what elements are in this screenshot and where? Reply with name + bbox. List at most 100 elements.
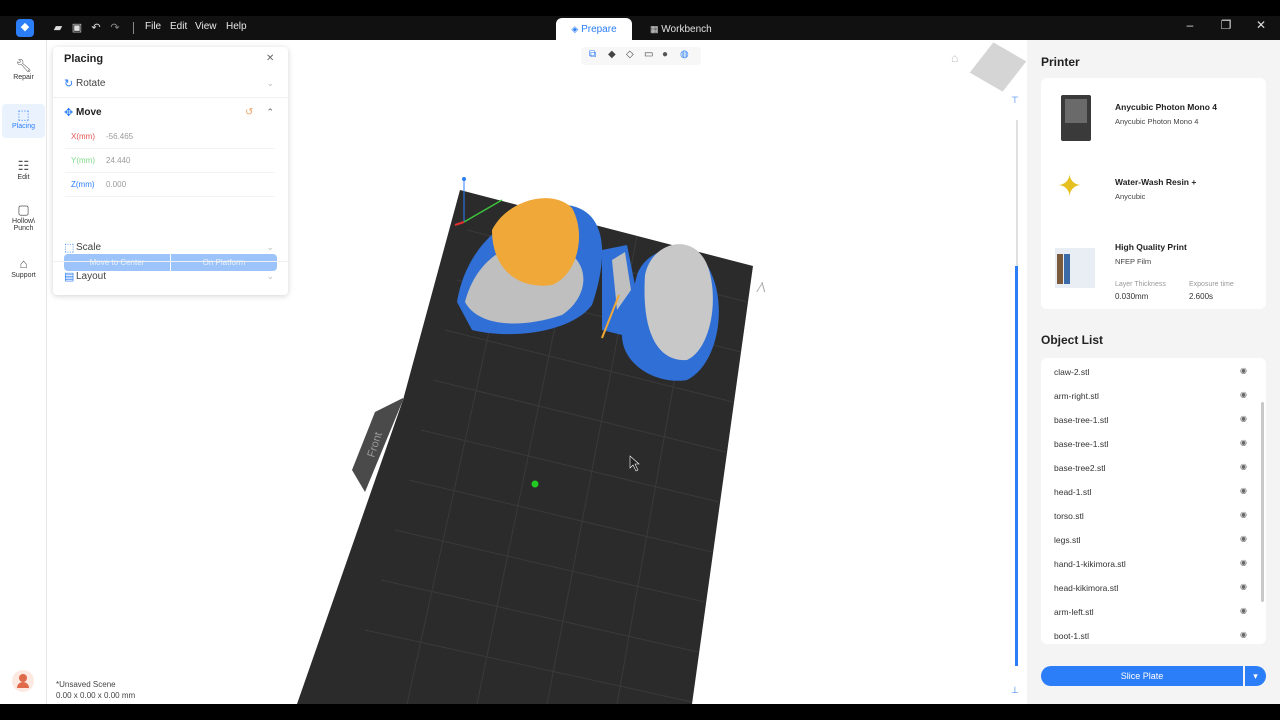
- frame-view-icon[interactable]: ▭: [644, 49, 653, 60]
- object-name: arm-left.stl: [1054, 607, 1094, 617]
- reset-icon[interactable]: ↺: [245, 107, 253, 118]
- eye-icon[interactable]: ◉: [1240, 486, 1247, 495]
- tab-prepare[interactable]: ◈ Prepare: [556, 18, 632, 40]
- layer-bottom-marker-icon[interactable]: ⊥: [1011, 685, 1019, 696]
- object-list-title: Object List: [1041, 333, 1104, 347]
- x-value[interactable]: -56.465: [106, 132, 133, 141]
- avatar-head: [19, 674, 27, 682]
- menu-help[interactable]: Help: [226, 21, 247, 32]
- printer-card[interactable]: Anycubic Photon Mono 4 Anycubic Photon M…: [1041, 78, 1266, 309]
- z-field[interactable]: Z(mm) 0.000: [65, 175, 275, 197]
- open-folder-icon[interactable]: ▰: [50, 20, 66, 36]
- sidebar-item-hollow-punch[interactable]: ▢ Hollow\ Punch: [2, 202, 45, 238]
- undo-icon[interactable]: ↶: [88, 20, 104, 36]
- restore-icon[interactable]: ❐: [1216, 18, 1236, 32]
- object-list: claw-2.stl ◉ arm-right.stl ◉ base-tree-1.s…: [1041, 358, 1266, 644]
- tab-workbench[interactable]: ▦ Workbench: [650, 18, 730, 40]
- sidebar-item-label: Placing: [12, 123, 35, 130]
- scene-name: *Unsaved Scene: [56, 680, 116, 689]
- scale-section[interactable]: ⬚ Scale ⌄: [53, 236, 288, 262]
- globe-view-icon[interactable]: ◍: [680, 49, 689, 60]
- eye-icon[interactable]: ◉: [1240, 462, 1247, 471]
- chevron-down-icon: ⌄: [266, 271, 274, 281]
- eye-icon[interactable]: ◉: [1240, 438, 1247, 447]
- home-view-icon[interactable]: ⌂: [951, 51, 958, 65]
- sphere-view-icon[interactable]: ●: [662, 49, 668, 60]
- close-window-icon[interactable]: ✕: [1251, 18, 1271, 32]
- sidebar-item-placing[interactable]: ⬚ Placing: [2, 104, 45, 138]
- exposure-time-value: 2.600s: [1189, 292, 1214, 301]
- menu-edit[interactable]: Edit: [170, 21, 187, 32]
- close-icon[interactable]: ✕: [266, 53, 274, 64]
- layer-top-marker-icon[interactable]: ⊤: [1011, 95, 1019, 106]
- layer-slider[interactable]: [1015, 266, 1018, 666]
- list-item[interactable]: head-kikimora.stl ◉: [1041, 576, 1266, 600]
- title-bar: ◆ ▰ ▣ ↶ ↷ File Edit View Help ◈ Prepare …: [0, 16, 1280, 40]
- view-cube-icon[interactable]: ⧉: [589, 49, 596, 60]
- eye-icon[interactable]: ◉: [1240, 366, 1247, 375]
- redo-icon[interactable]: ↷: [107, 20, 123, 36]
- menu-file[interactable]: File: [145, 21, 161, 32]
- exposure-time-label: Exposure time: [1189, 281, 1234, 288]
- sidebar-item-edit[interactable]: ☷ Edit: [2, 158, 45, 188]
- move-section[interactable]: ✥ Move ↺ ⌃: [53, 101, 288, 127]
- list-item[interactable]: legs.stl ◉: [1041, 528, 1266, 552]
- object-name: head-kikimora.stl: [1054, 583, 1119, 593]
- chevron-down-icon: ⌄: [266, 78, 274, 88]
- eye-icon[interactable]: ◉: [1240, 510, 1247, 519]
- object-name: arm-right.stl: [1054, 391, 1099, 401]
- list-item[interactable]: arm-right.stl ◉: [1041, 384, 1266, 408]
- list-item[interactable]: base-tree-1.stl ◉: [1041, 408, 1266, 432]
- sidebar-item-support[interactable]: ⌂ Support: [2, 256, 45, 286]
- y-value[interactable]: 24.440: [106, 156, 130, 165]
- list-item[interactable]: hand-1-kikimora.stl ◉: [1041, 552, 1266, 576]
- eye-icon[interactable]: ◉: [1240, 606, 1247, 615]
- x-label: X(mm): [71, 132, 95, 141]
- minimize-icon[interactable]: –: [1180, 18, 1200, 32]
- resin-sub: Anycubic: [1115, 192, 1146, 201]
- x-field[interactable]: X(mm) -56.465: [65, 127, 275, 149]
- object-name: head-1.stl: [1054, 487, 1092, 497]
- list-item[interactable]: torso.stl ◉: [1041, 504, 1266, 528]
- placing-icon: ⬚: [17, 107, 30, 122]
- slice-plate-button[interactable]: Slice Plate: [1041, 666, 1243, 686]
- scale-icon: ⬚: [64, 242, 75, 254]
- layout-icon: ▤: [64, 271, 75, 283]
- profile-image-stripe: [1057, 254, 1063, 284]
- prepare-icon: ◈: [571, 24, 579, 34]
- slice-options-dropdown[interactable]: ▾: [1245, 666, 1266, 686]
- list-item[interactable]: base-tree2.stl ◉: [1041, 456, 1266, 480]
- layer-thickness-value: 0.030mm: [1115, 292, 1149, 301]
- list-item[interactable]: claw-2.stl ◉: [1041, 360, 1266, 384]
- avatar[interactable]: [12, 670, 34, 692]
- list-item[interactable]: boot-1.stl ◉: [1041, 624, 1266, 644]
- eye-icon[interactable]: ◉: [1240, 390, 1247, 399]
- y-field[interactable]: Y(mm) 24.440: [65, 151, 275, 173]
- printer-name: Anycubic Photon Mono 4: [1115, 102, 1217, 112]
- tab-workbench-label: Workbench: [661, 24, 712, 35]
- z-label: Z(mm): [71, 180, 95, 189]
- eye-icon[interactable]: ◉: [1240, 534, 1247, 543]
- rotate-section[interactable]: ↻ Rotate ⌄: [53, 72, 288, 98]
- eye-icon[interactable]: ◉: [1240, 630, 1247, 639]
- object-name: boot-1.stl: [1054, 631, 1089, 641]
- workbench-icon: ▦: [650, 24, 659, 34]
- save-icon[interactable]: ▣: [69, 20, 85, 36]
- light-marker-icon: ⁄\: [756, 279, 765, 295]
- list-item[interactable]: base-tree-1.stl ◉: [1041, 432, 1266, 456]
- menu-view[interactable]: View: [195, 21, 217, 32]
- list-item[interactable]: head-1.stl ◉: [1041, 480, 1266, 504]
- eye-icon[interactable]: ◉: [1240, 558, 1247, 567]
- eye-icon[interactable]: ◉: [1240, 414, 1247, 423]
- object-name: base-tree2.stl: [1054, 463, 1106, 473]
- z-axis-tip: [462, 177, 466, 181]
- layout-section[interactable]: ▤ Layout ⌄: [53, 265, 288, 291]
- list-item[interactable]: arm-left.stl ◉: [1041, 600, 1266, 624]
- chevron-down-icon: ▾: [1253, 671, 1258, 681]
- wire-view-icon[interactable]: ◇: [626, 49, 634, 60]
- sidebar-item-repair[interactable]: 🔧︎ Repair: [2, 58, 45, 88]
- z-value[interactable]: 0.000: [106, 180, 126, 189]
- solid-view-icon[interactable]: ◆: [608, 49, 616, 60]
- object-list-scrollbar[interactable]: [1261, 402, 1264, 602]
- eye-icon[interactable]: ◉: [1240, 582, 1247, 591]
